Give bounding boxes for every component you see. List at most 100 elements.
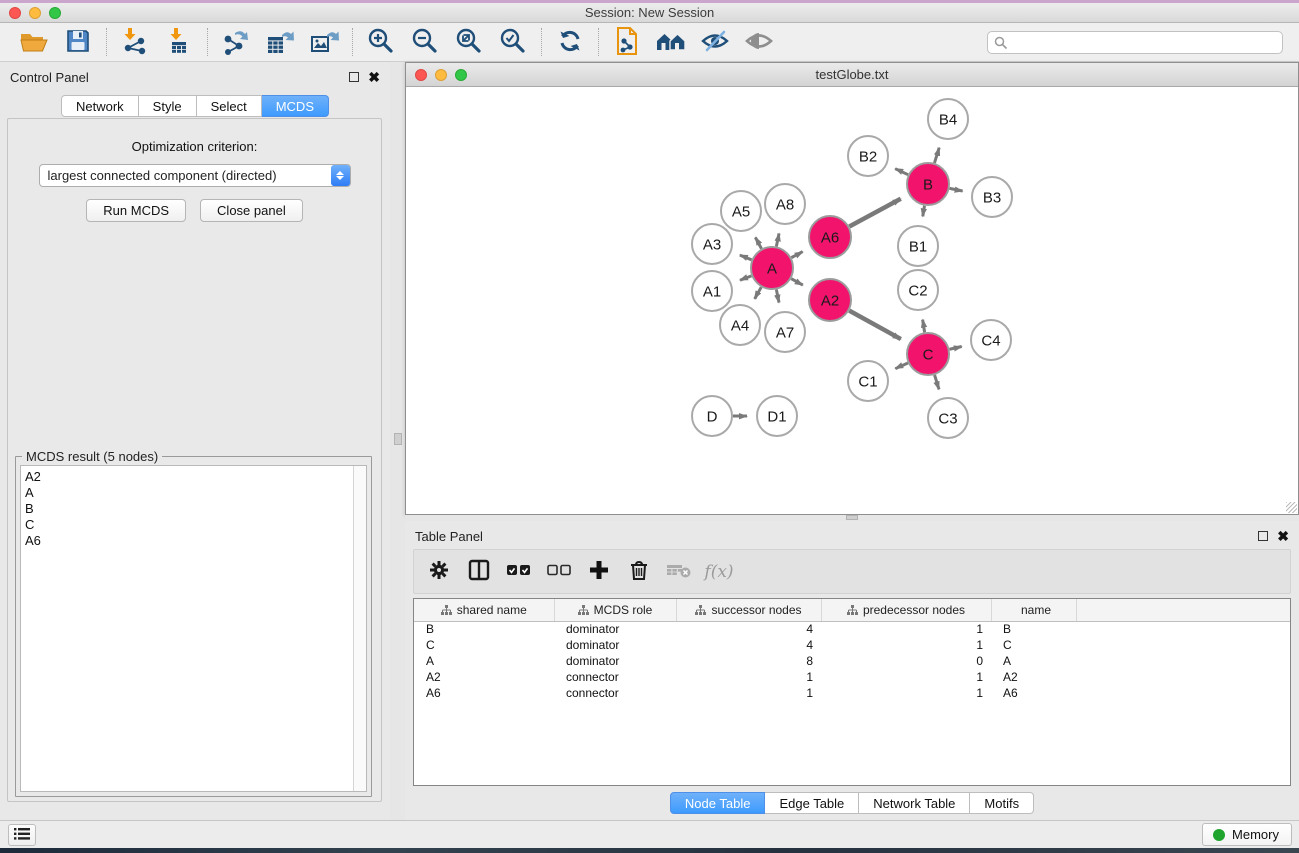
column-header-name[interactable]: name [991, 599, 1076, 621]
table-row[interactable]: Cdominator41C [414, 637, 1290, 653]
float-panel-icon[interactable] [349, 72, 359, 82]
graph-edge-A-A5[interactable] [755, 237, 761, 248]
import-network-button[interactable] [115, 26, 155, 58]
mcds-result-item[interactable]: C [25, 517, 353, 533]
graph-edge-B-B3[interactable] [950, 188, 963, 191]
graph-edge-C-C2[interactable] [923, 320, 925, 333]
graph-edge-B-B1[interactable] [923, 206, 925, 217]
table-cell: A6 [414, 685, 554, 701]
network-window-titlebar[interactable]: testGlobe.txt [406, 63, 1298, 87]
zoom-in-button[interactable] [361, 26, 401, 58]
network-window-title: testGlobe.txt [406, 67, 1298, 82]
graph-edge-A-A8[interactable] [776, 233, 779, 246]
graph-edge-A-A2[interactable] [791, 279, 803, 285]
splitter-handle[interactable] [846, 515, 858, 520]
run-mcds-button[interactable]: Run MCDS [86, 199, 186, 222]
graph-edge-A2-C[interactable] [849, 311, 901, 339]
delete-column-button[interactable] [624, 557, 654, 587]
control-panel-header: Control Panel ✖ [0, 62, 390, 92]
mcds-result-item[interactable]: A [25, 485, 353, 501]
zoom-selected-button[interactable] [493, 26, 533, 58]
tab-network-table[interactable]: Network Table [859, 792, 970, 814]
network-graph[interactable]: AA1A2A3A4A5A6A7A8BB1B2B3B4CC1C2C3C4DD1 [406, 87, 1298, 514]
network-canvas[interactable]: AA1A2A3A4A5A6A7A8BB1B2B3B4CC1C2C3C4DD1 [406, 87, 1298, 514]
graph-node-label: A6 [821, 229, 839, 246]
save-session-button[interactable] [58, 26, 98, 58]
float-panel-icon[interactable] [1258, 531, 1268, 541]
tab-network[interactable]: Network [61, 95, 139, 117]
graph-edge-C-C1[interactable] [895, 363, 908, 369]
tab-motifs[interactable]: Motifs [970, 792, 1034, 814]
graph-node-label: B4 [939, 111, 957, 128]
table-cell: A2 [991, 669, 1076, 685]
open-session-button[interactable] [14, 26, 54, 58]
graph-edge-A6-B[interactable] [849, 199, 900, 227]
close-panel-icon[interactable]: ✖ [1277, 531, 1289, 541]
graph-node-label: A7 [776, 324, 794, 341]
column-header-shared-name[interactable]: shared name [414, 599, 554, 621]
column-header-predecessor-nodes[interactable]: predecessor nodes [821, 599, 991, 621]
task-history-button[interactable] [8, 824, 36, 846]
table-row[interactable]: A2connector11A2 [414, 669, 1290, 685]
graph-edge-C-C3[interactable] [935, 375, 939, 389]
hide-selected-button[interactable] [695, 26, 735, 58]
table-cell: 1 [821, 669, 991, 685]
refresh-button[interactable] [550, 26, 590, 58]
table-tabs: Node TableEdge TableNetwork TableMotifs [405, 792, 1299, 814]
result-scrollbar[interactable] [353, 466, 366, 791]
splitter-handle[interactable] [394, 433, 402, 445]
graph-edge-B-B4[interactable] [934, 148, 939, 163]
table-row[interactable]: Adominator80A [414, 653, 1290, 669]
tab-mcds[interactable]: MCDS [262, 95, 329, 117]
graph-edge-C-C4[interactable] [949, 347, 961, 350]
close-panel-icon[interactable]: ✖ [368, 72, 380, 82]
select-all-columns-button[interactable] [504, 557, 534, 587]
main-area: Control Panel ✖ NetworkStyleSelectMCDS O… [0, 62, 1299, 820]
graph-node-label: D [707, 408, 718, 425]
unselect-all-columns-button[interactable] [544, 557, 574, 587]
export-table-button[interactable] [260, 26, 300, 58]
zoom-out-button[interactable] [405, 26, 445, 58]
show-columns-button[interactable] [464, 557, 494, 587]
export-image-button[interactable] [304, 26, 344, 58]
graph-node-label: A3 [703, 236, 721, 253]
table-settings-button[interactable] [424, 557, 454, 587]
graph-edge-A-A4[interactable] [755, 287, 762, 299]
tab-select[interactable]: Select [197, 95, 262, 117]
graph-edge-B-B2[interactable] [895, 169, 908, 175]
graph-edge-A-A1[interactable] [740, 276, 751, 280]
table-cell [1076, 621, 1290, 637]
table-cell: A [991, 653, 1076, 669]
resize-grip[interactable] [1286, 502, 1297, 513]
show-all-button[interactable] [739, 26, 779, 58]
function-builder-button[interactable]: f(x) [704, 557, 734, 587]
home-button[interactable] [651, 26, 691, 58]
search-input[interactable] [987, 31, 1283, 54]
graph-edge-A-A3[interactable] [740, 255, 752, 260]
graph-edge-A-A7[interactable] [776, 290, 779, 303]
import-table-button[interactable] [159, 26, 199, 58]
new-network-from-selection-button[interactable] [607, 26, 647, 58]
column-header-successor-nodes[interactable]: successor nodes [676, 599, 821, 621]
mcds-result-item[interactable]: A2 [25, 469, 353, 485]
table-cell: A [414, 653, 554, 669]
create-column-button[interactable] [584, 557, 614, 587]
zoom-fit-button[interactable] [449, 26, 489, 58]
gear-icon [428, 559, 450, 584]
tab-node-table[interactable]: Node Table [670, 792, 766, 814]
delete-table-button[interactable] [664, 557, 694, 587]
export-network-button[interactable] [216, 26, 256, 58]
table-row[interactable]: Bdominator41B [414, 621, 1290, 637]
tab-style[interactable]: Style [139, 95, 197, 117]
graph-node-label: B3 [983, 189, 1001, 206]
mcds-result-item[interactable]: A6 [25, 533, 353, 549]
column-header-mcds-role[interactable]: MCDS role [554, 599, 676, 621]
memory-button[interactable]: Memory [1202, 823, 1292, 846]
mcds-result-item[interactable]: B [25, 501, 353, 517]
optimization-criterion-select[interactable]: largest connected component (directed) [39, 164, 351, 187]
close-panel-button[interactable]: Close panel [200, 199, 303, 222]
tab-edge-table[interactable]: Edge Table [765, 792, 859, 814]
table-row[interactable]: A6connector11A6 [414, 685, 1290, 701]
graph-edge-A-A6[interactable] [791, 252, 802, 258]
vertical-splitter[interactable] [390, 62, 405, 820]
